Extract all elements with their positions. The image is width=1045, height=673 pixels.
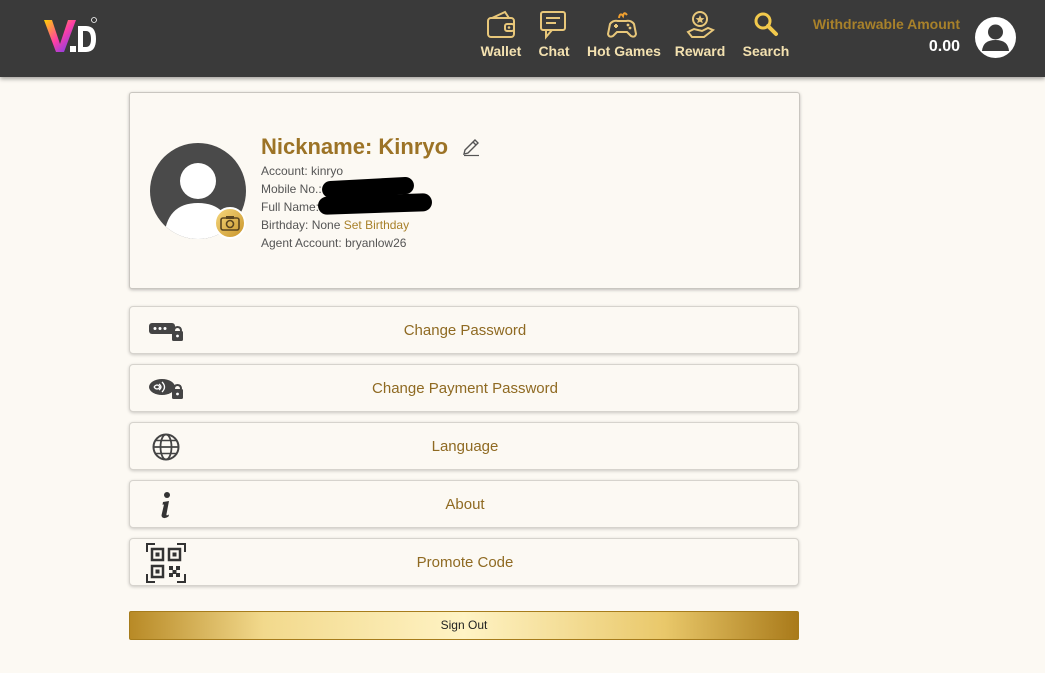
nav-search[interactable]: Search	[731, 10, 801, 66]
nav-reward[interactable]: Reward	[665, 10, 735, 66]
redaction-mark	[317, 193, 433, 215]
language-row[interactable]: Language	[129, 422, 799, 470]
change-password-row[interactable]: Change Password	[129, 306, 799, 354]
fullname-label: Full Name:	[261, 200, 320, 214]
change-payment-password-row[interactable]: Change Payment Password	[129, 364, 799, 412]
nav-hot-games-label: Hot Games	[587, 43, 661, 59]
agent-line: Agent Account: bryanlow26	[261, 236, 406, 250]
withdrawable-label: Withdrawable Amount	[812, 16, 960, 32]
change-photo-button[interactable]	[214, 207, 246, 239]
agent-label: Agent Account:	[261, 236, 342, 250]
brand-logo[interactable]	[42, 16, 100, 56]
nav-reward-label: Reward	[674, 43, 726, 59]
top-header: Wallet Chat Hot Games Reward Search With…	[0, 0, 1045, 77]
mobile-label: Mobile No.:	[261, 182, 322, 196]
about-label: About	[445, 496, 485, 513]
chat-icon	[540, 11, 566, 40]
search-icon	[754, 12, 778, 36]
birthday-line: Birthday: None Set Birthday	[261, 218, 409, 232]
gamepad-icon	[606, 12, 638, 38]
nav-search-label: Search	[742, 43, 790, 59]
edit-nickname-icon[interactable]	[461, 137, 481, 157]
profile-card: Nickname: Kinryo Account: kinryo Mobile …	[129, 92, 800, 289]
birthday-label: Birthday:	[261, 218, 309, 232]
withdrawable-amount: 0.00	[928, 38, 960, 55]
set-birthday-link[interactable]: Set Birthday	[344, 218, 409, 232]
camera-icon	[220, 216, 240, 231]
nav-chat-label: Chat	[538, 43, 570, 59]
account-value: kinryo	[311, 164, 344, 178]
account-label: Account:	[261, 164, 308, 178]
mobile-line: Mobile No.:	[261, 182, 322, 196]
birthday-value: None	[311, 218, 341, 232]
promote-code-label: Promote Code	[416, 554, 514, 571]
nav-hot-games[interactable]: Hot Games	[587, 10, 661, 66]
promote-code-row[interactable]: Promote Code	[129, 538, 799, 586]
language-label: Language	[431, 438, 499, 455]
nav-chat[interactable]: Chat	[519, 10, 589, 66]
user-avatar-icon[interactable]	[975, 17, 1016, 58]
sign-out-button[interactable]: Sign Out	[129, 611, 799, 640]
wallet-icon	[487, 10, 515, 38]
agent-value: bryanlow26	[345, 236, 407, 250]
change-payment-password-label: Change Payment Password	[372, 380, 558, 397]
fullname-line: Full Name:	[261, 200, 319, 214]
nickname-heading: Nickname: Kinryo	[261, 134, 449, 159]
about-row[interactable]: About	[129, 480, 799, 528]
account-line: Account: kinryo	[261, 164, 343, 178]
reward-icon	[686, 11, 715, 38]
change-password-label: Change Password	[403, 322, 527, 339]
